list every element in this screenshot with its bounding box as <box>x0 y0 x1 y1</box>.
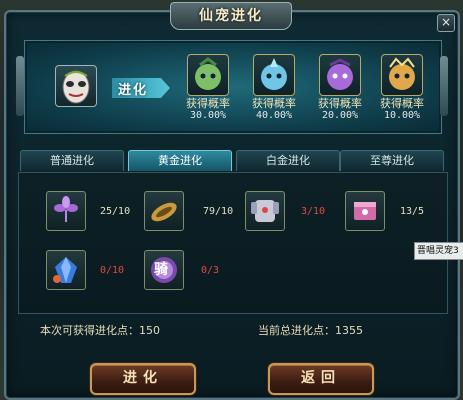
obtainable-points: 本次可获得进化点：150 <box>40 322 160 338</box>
tab-platinum[interactable]: 白金进化 <box>236 150 340 171</box>
mask-pet-icon <box>62 70 90 104</box>
material-slot[interactable] <box>345 191 385 231</box>
material-count: 79/10 <box>203 206 234 217</box>
evolve-button[interactable]: 进化 <box>90 363 196 395</box>
evolution-tabs: 普通进化 黄金进化 白金进化 至尊进化 <box>18 150 446 172</box>
outcome-label: 获得概率 <box>380 97 424 110</box>
tab-supreme[interactable]: 至尊进化 <box>340 150 444 171</box>
tooltip-fragment: 晋唱灵宠3 <box>414 242 463 260</box>
outcome-label: 获得概率 <box>252 97 296 110</box>
outcome-percent: 40.00% <box>255 110 293 121</box>
outcome-percent: 10.00% <box>383 110 421 121</box>
outcome-percent: 20.00% <box>321 110 359 121</box>
right-ornament <box>440 56 448 116</box>
material-slot[interactable] <box>46 191 86 231</box>
purple-flower-icon <box>54 196 78 222</box>
left-ornament <box>16 56 24 116</box>
source-pet-slot[interactable] <box>55 65 97 107</box>
outcome-4[interactable]: 获得概率 10.00% <box>376 54 428 122</box>
tab-normal[interactable]: 普通进化 <box>20 150 124 171</box>
material-slot[interactable] <box>245 191 285 231</box>
outcome-label: 获得概率 <box>186 97 230 110</box>
material-slot[interactable] <box>144 191 184 231</box>
golden-seed-icon <box>151 202 177 222</box>
obtainable-points-value: 150 <box>139 324 160 337</box>
material-count: 0/3 <box>201 265 220 276</box>
back-button[interactable]: 返回 <box>268 363 374 395</box>
armor-icon <box>251 200 279 222</box>
outcome-percent: 30.00% <box>189 110 227 121</box>
green-pet-icon <box>187 54 229 96</box>
obtainable-points-label: 本次可获得进化点： <box>40 324 139 337</box>
purple-pet-icon <box>319 54 361 96</box>
material-count: 13/5 <box>400 206 425 217</box>
material-count: 25/10 <box>100 206 131 217</box>
blue-crystal-icon <box>53 257 77 283</box>
material-count: 0/10 <box>100 265 125 276</box>
total-points-value: 1355 <box>335 324 363 337</box>
evolve-arrow-label: 进化 <box>118 83 149 98</box>
gold-pet-icon <box>381 54 423 96</box>
orb-glyph: 骑 <box>154 262 168 278</box>
blue-pet-icon <box>253 54 295 96</box>
window-title: 仙宠进化 <box>170 2 292 30</box>
close-button[interactable]: × <box>437 14 455 32</box>
total-points-label: 当前总进化点： <box>258 324 335 337</box>
pink-box-icon <box>354 202 376 220</box>
tab-gold[interactable]: 黄金进化 <box>128 150 232 171</box>
total-points: 当前总进化点：1355 <box>258 322 363 338</box>
outcome-2[interactable]: 获得概率 40.00% <box>248 54 300 122</box>
outcome-label: 获得概率 <box>318 97 362 110</box>
outcome-3[interactable]: 获得概率 20.00% <box>314 54 366 122</box>
material-slot[interactable] <box>46 250 86 290</box>
outcome-1[interactable]: 获得概率 30.00% <box>182 54 234 122</box>
material-count: 3/10 <box>301 206 326 217</box>
